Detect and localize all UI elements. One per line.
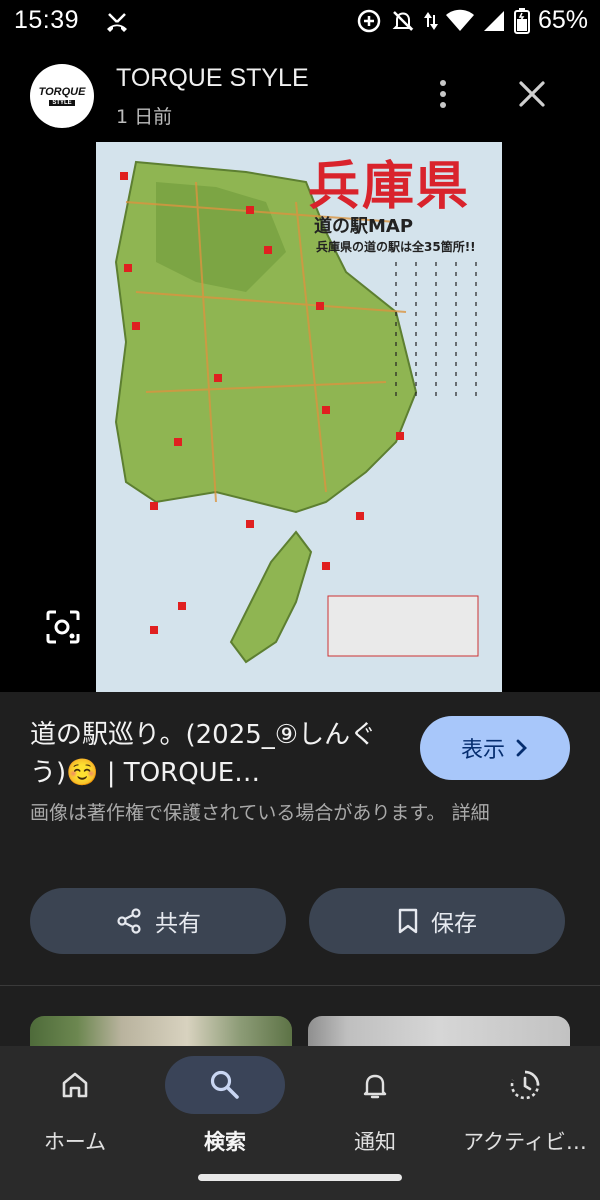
data-arrows-icon [423,11,438,30]
gesture-home-indicator[interactable] [198,1174,402,1181]
close-icon[interactable] [512,74,552,114]
wifi-icon [445,9,474,31]
post-header: TORQUE STYLE TORQUE STYLE 1 日前 [0,46,600,142]
nav-label: 検索 [204,1130,246,1154]
nav-item-search[interactable]: 検索 [150,1046,300,1166]
map-image[interactable]: 兵庫県 道の駅MAP 兵庫県の道の駅は全35箇所!! [96,142,502,692]
logo-text-top: TORQUE [38,86,86,98]
missed-call-icon [107,13,127,32]
status-icons: 65% [356,6,588,35]
mute-icon [392,10,414,31]
copyright-notice[interactable]: 画像は著作権で保護されている場合があります。 詳細 [30,798,570,828]
nav-icon-container [465,1056,585,1114]
logo-text-bottom: STYLE [49,100,75,106]
view-button-label: 表示 [460,738,505,763]
nav-label: アクティビ… [463,1130,587,1154]
map-subtitle: 道の駅MAP [314,216,414,237]
activity-icon [510,1070,540,1100]
nav-icon-container [15,1056,135,1114]
more-dot [440,91,446,97]
battery-icon [513,7,530,34]
view-button[interactable]: 表示 [420,716,570,780]
battery-percent: 65% [537,6,588,34]
nav-item-activity[interactable]: アクティビ… [450,1046,600,1166]
more-options-button[interactable] [426,74,460,114]
home-icon [62,1072,88,1098]
more-dot [440,80,446,86]
signal-icon [483,10,504,31]
map-note: 兵庫県の道の駅は全35箇所!! [316,240,476,254]
nav-label: ホーム [43,1130,107,1154]
section-divider [0,985,600,986]
nav-icon-container [315,1056,435,1114]
map-illustration [96,142,502,692]
nav-item-notifications[interactable]: 通知 [300,1046,450,1166]
lens-icon[interactable] [42,606,84,648]
map-title: 兵庫県 [308,156,471,217]
image-viewer: 兵庫県 道の駅MAP 兵庫県の道の駅は全35箇所!! [0,142,600,692]
status-time: 15:39 [14,6,80,34]
more-dot [440,102,446,108]
nav-label: 通知 [354,1130,396,1154]
share-icon [117,908,141,934]
search-icon [210,1070,239,1099]
bookmark-icon [398,908,418,934]
save-button[interactable]: 保存 [309,888,565,954]
data-saver-icon [357,9,381,32]
channel-avatar[interactable]: TORQUE STYLE [30,64,94,128]
nav-item-home[interactable]: ホーム [0,1046,150,1166]
post-timestamp: 1 日前 [116,106,173,128]
nav-icon-container [165,1056,285,1114]
channel-name[interactable]: TORQUE STYLE [116,64,309,93]
status-bar: 15:39 65% [0,0,600,46]
save-label: 保存 [431,911,477,937]
share-label: 共有 [155,911,201,937]
chevron-right-icon [516,739,527,757]
share-button[interactable]: 共有 [30,888,286,954]
result-title[interactable]: 道の駅巡り。(2025_⑨しんぐう)☺️ | TORQUE… [30,716,400,792]
bell-icon [363,1074,387,1099]
